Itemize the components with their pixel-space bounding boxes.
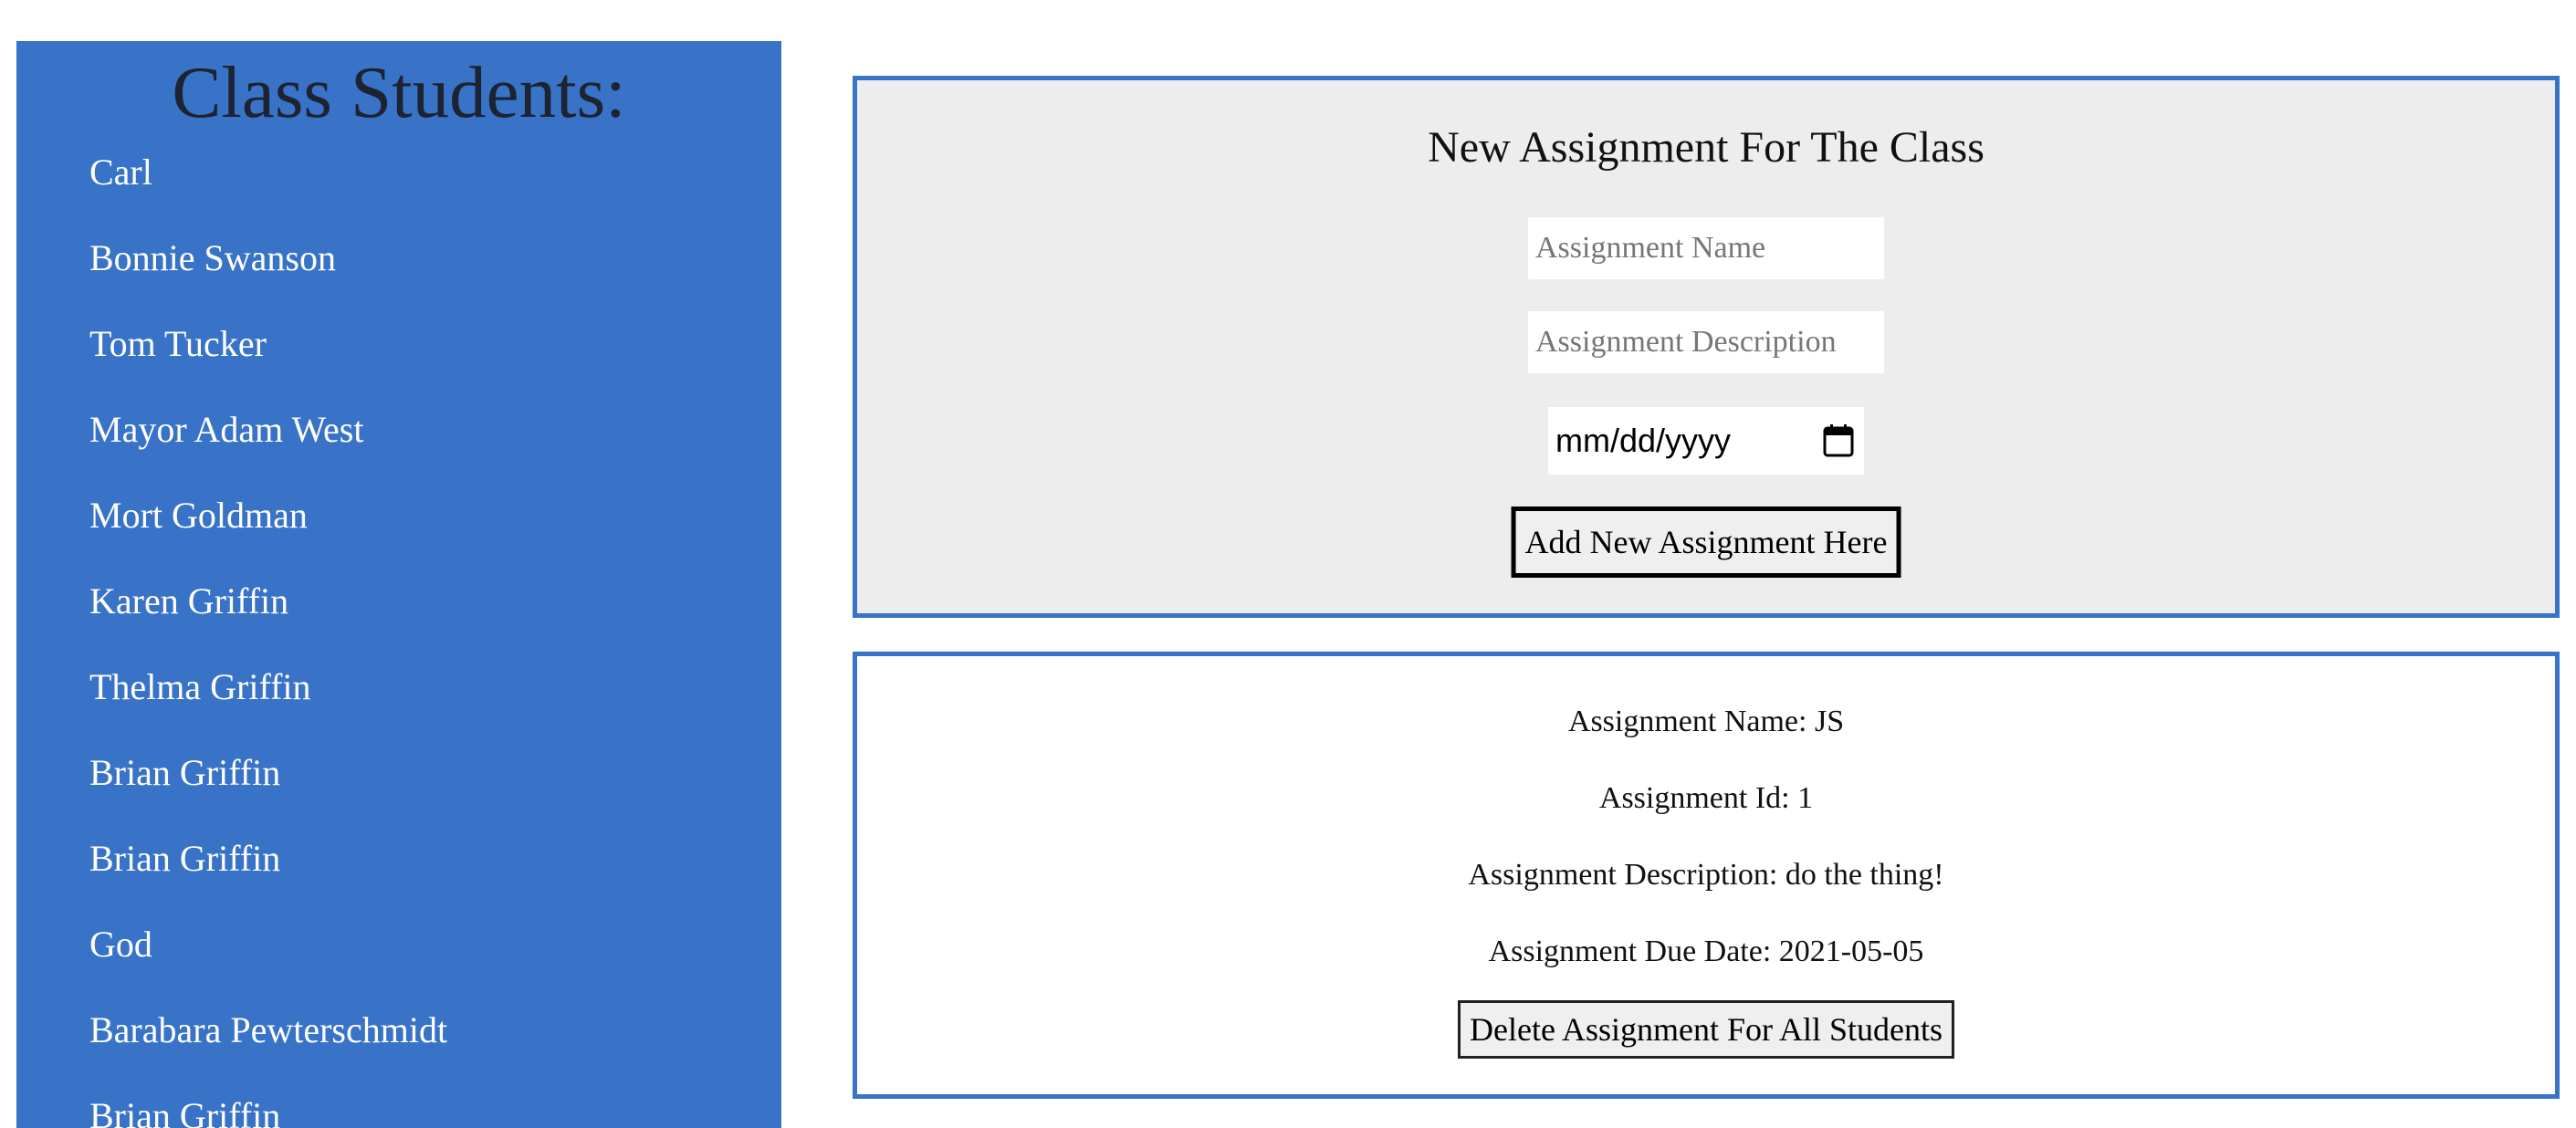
- student-list-item: Mayor Adam West: [89, 409, 364, 450]
- due-date-input[interactable]: mm/dd/yyyy: [1548, 407, 1864, 475]
- sidebar-title: Class Students:: [172, 51, 626, 133]
- student-list-item: Bonnie Swanson: [89, 237, 336, 278]
- assignment-card: Assignment Name: JS Assignment Id: 1 Ass…: [853, 652, 2560, 1099]
- new-assignment-title: New Assignment For The Class: [1428, 123, 1984, 172]
- assignment-description-input[interactable]: [1528, 311, 1884, 373]
- student-list-item: Carl: [89, 151, 152, 193]
- delete-assignment-button[interactable]: Delete Assignment For All Students: [1458, 1000, 1954, 1059]
- student-list-item: Brian Griffin: [89, 752, 281, 793]
- new-assignment-form: New Assignment For The Class mm/dd/yyyy …: [853, 76, 2560, 618]
- assignment-description: Assignment Description: do the thing!: [1468, 858, 1944, 892]
- student-list-item: Brian Griffin: [89, 838, 281, 879]
- calendar-icon[interactable]: [1822, 423, 1855, 458]
- assignment-name-input[interactable]: [1528, 217, 1884, 279]
- student-list-item: God: [89, 924, 152, 965]
- student-list-item: Barabara Pewterschmidt: [89, 1009, 448, 1050]
- student-list-item: Thelma Griffin: [89, 666, 311, 707]
- class-students-sidebar: Class Students: Carl Bonnie Swanson Tom …: [16, 41, 781, 1128]
- student-list-item: Mort Goldman: [89, 495, 308, 536]
- student-list-item: Karen Griffin: [89, 580, 289, 621]
- due-date-placeholder: mm/dd/yyyy: [1555, 422, 1732, 459]
- student-list-item: Tom Tucker: [89, 323, 267, 364]
- assignment-id: Assignment Id: 1: [1598, 781, 1814, 815]
- add-assignment-button[interactable]: Add New Assignment Here: [1511, 507, 1901, 578]
- assignment-due-date: Assignment Due Date: 2021-05-05: [1488, 935, 1924, 968]
- student-list-item: Brian Griffin: [89, 1095, 281, 1128]
- assignment-name: Assignment Name: JS: [1567, 705, 1845, 738]
